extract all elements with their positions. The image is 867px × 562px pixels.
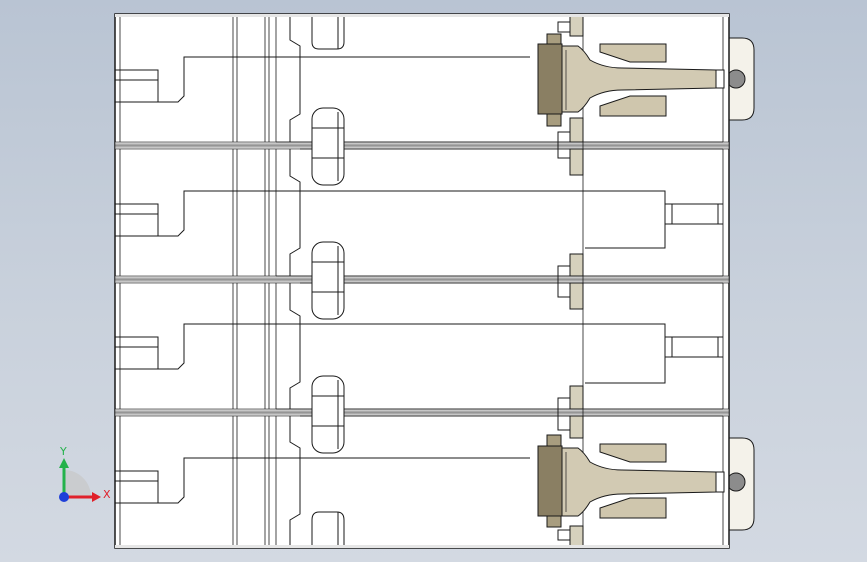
- triad-base: [64, 470, 91, 497]
- x-axis-label: X: [103, 488, 111, 501]
- coordinate-triad: Y X: [59, 445, 111, 502]
- y-arrowhead: [59, 458, 69, 468]
- main-assembly[interactable]: [114, 13, 755, 549]
- right-tab-bottom: [726, 437, 755, 531]
- right-tab-top: [726, 37, 755, 121]
- bottom-edge-strip: [115, 545, 729, 548]
- cad-viewport[interactable]: Y X: [0, 0, 867, 562]
- top-edge-strip: [115, 14, 729, 17]
- y-axis-label: Y: [59, 445, 67, 458]
- z-axis-icon: [59, 492, 69, 502]
- x-arrowhead: [92, 492, 101, 502]
